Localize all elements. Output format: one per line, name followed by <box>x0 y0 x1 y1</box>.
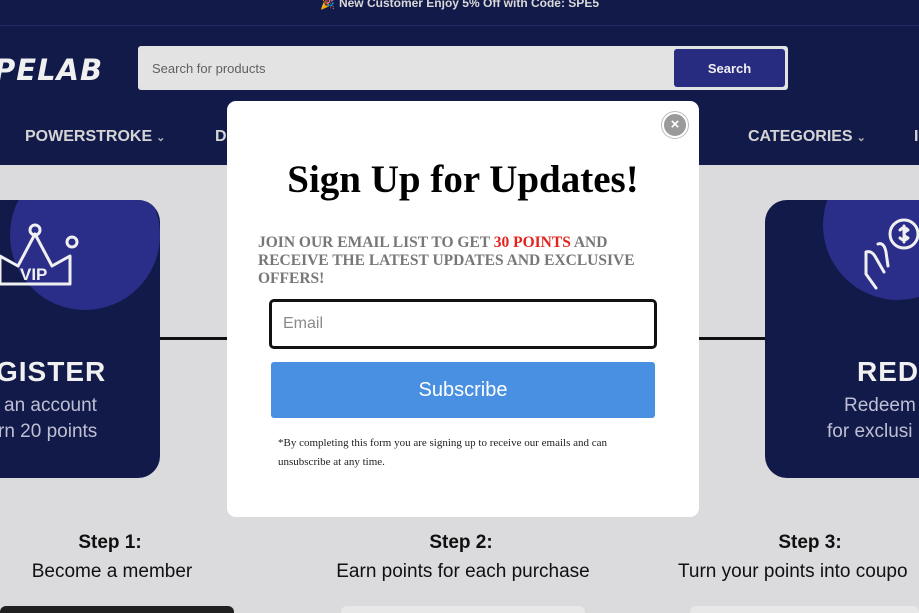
disclaimer-text: *By completing this form you are signing… <box>278 437 608 468</box>
close-icon[interactable]: × <box>662 112 688 138</box>
subtitle-pre: JOIN OUR EMAIL LIST TO GET <box>258 234 494 251</box>
email-field[interactable] <box>269 299 657 349</box>
modal-subtitle: JOIN OUR EMAIL LIST TO GET 30 POINTS AND… <box>258 234 678 288</box>
subscribe-button[interactable]: Subscribe <box>271 362 655 418</box>
signup-modal: × Sign Up for Updates! JOIN OUR EMAIL LI… <box>227 101 699 517</box>
modal-title: Sign Up for Updates! <box>287 158 639 201</box>
subtitle-points: 30 POINTS <box>493 234 571 251</box>
